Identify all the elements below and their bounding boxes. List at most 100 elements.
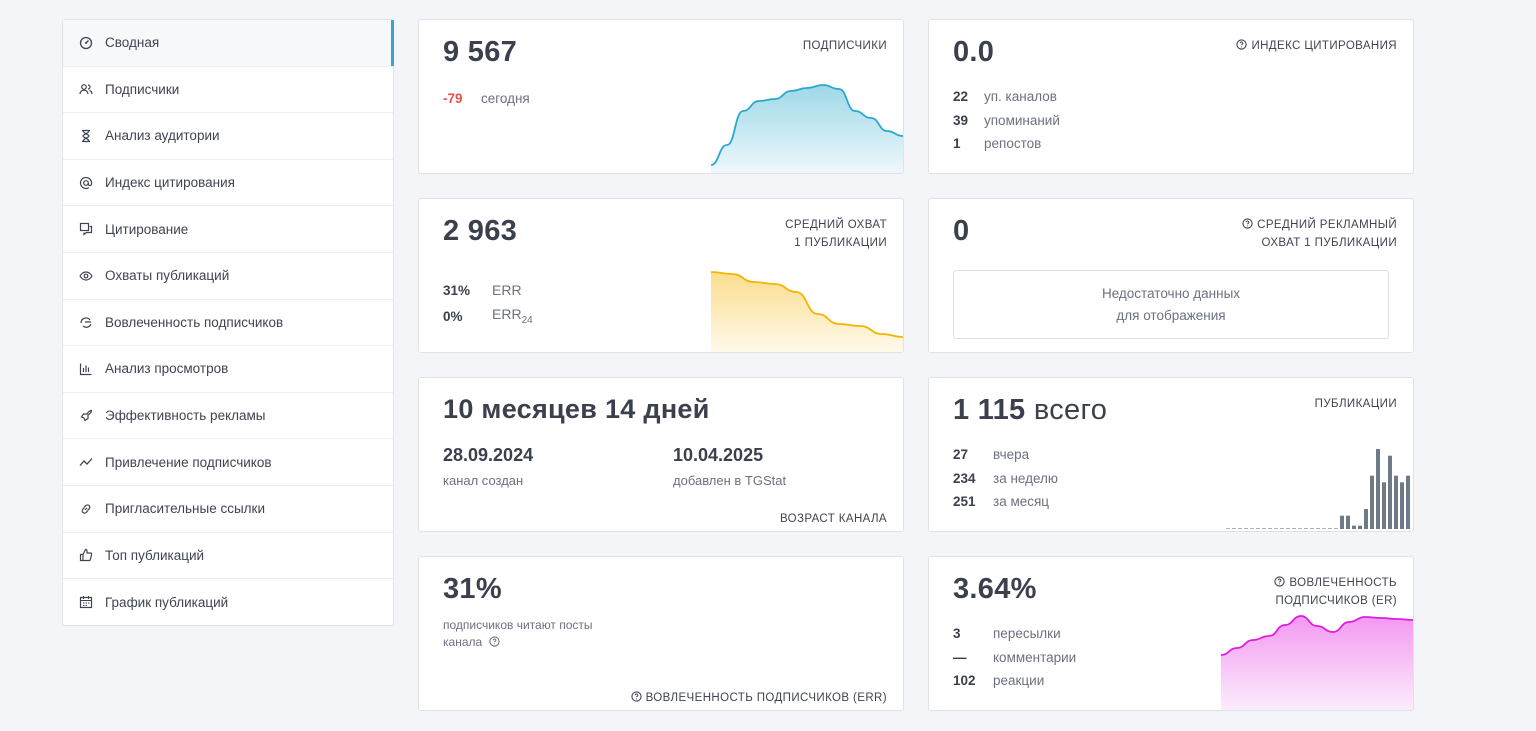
stat-label: комментарии [993,649,1077,665]
at-icon [79,176,93,190]
subscribers-card[interactable]: 9 567 ПОДПИСЧИКИ -79 сегодня [418,19,904,174]
citation-index-card[interactable]: 0.0 ИНДЕКС ЦИТИРОВАНИЯ 22 уп. каналов 39 уп… [928,19,1414,174]
no-data-line1: Недостаточно данных [1101,286,1241,301]
sidebar-item-label: Вовлеченность подписчиков [105,314,284,330]
bar [1352,525,1356,529]
calendar-icon [79,595,93,609]
hourglass-icon [79,129,93,143]
subscribers-sparkline [711,84,903,173]
stat-row: 3 пересылки [953,622,1076,646]
er-sparkline [1221,615,1413,710]
help-icon[interactable] [1274,575,1286,587]
help-icon[interactable] [630,691,642,702]
err24-label-text: ERR [492,306,522,323]
err-title-text: ВОВЛЕЧЕННОСТЬ ПОДПИСЧИКОВ (ERR) [645,692,887,704]
help-icon[interactable] [1236,38,1248,50]
channel-age-value: 10 месяцев 14 дней [443,394,710,424]
sidebar-item[interactable]: Топ публикаций [63,533,393,580]
added-date: 10.04.2025 [673,445,764,465]
sidebar-item-label: Сводная [105,35,160,51]
bar [1382,482,1386,529]
created-label: канал создан [443,473,524,488]
er-title-line2: ПОДПИСЧИКОВ (ER) [1275,595,1397,607]
citation-index-title: ИНДЕКС ЦИТИРОВАНИЯ [1236,37,1397,55]
er-title: ВОВЛЕЧЕННОСТЬ ПОДПИСЧИКОВ (ER) [1274,574,1397,610]
sidebar-item[interactable]: Сводная [63,20,394,67]
channel-age-card[interactable]: 10 месяцев 14 дней 28.09.2024 канал созд… [418,377,904,532]
bar [1322,528,1326,529]
sidebar-item-label: Индекс цитирования [105,175,235,191]
sidebar-item[interactable]: Подписчики [63,67,393,114]
err-title: ВОВЛЕЧЕННОСТЬ ПОДПИСЧИКОВ (ERR) [630,691,887,704]
publications-total: 1 115 всего [953,394,1107,427]
ad-reach-title-line1: СРЕДНИЙ РЕКЛАМНЫЙ [1257,219,1397,231]
stat-row: 39 упоминаний [953,109,1060,133]
bar [1394,475,1398,529]
hand-icon [79,315,93,329]
thumb-up-icon [79,548,93,562]
bar [1238,528,1242,529]
added-block: 10.04.2025 добавлен в TGStat [673,445,786,488]
subscribers-count: 9 567 [443,36,518,68]
sidebar-item-label: Пригласительные ссылки [105,501,266,517]
err-percent: 31% [443,573,502,605]
er-card[interactable]: 3.64% ВОВЛЕЧЕННОСТЬ ПОДПИСЧИКОВ (ER) 3 пе… [928,556,1414,711]
bar [1370,475,1374,529]
subscribers-delta-row: -79 сегодня [443,87,530,111]
stat-value: 1 [953,136,961,152]
stat-label: упоминаний [984,112,1060,128]
sidebar-item[interactable]: Индекс цитирования [63,160,393,207]
err-card[interactable]: 31% подписчиков читают посты канала ВОВЛ… [418,556,904,711]
rocket-icon [79,409,93,423]
bar [1280,528,1284,529]
publications-stats: 27 вчера 234 за неделю 251 за месяц [953,443,1058,514]
bar [1310,528,1314,529]
bar [1334,528,1338,529]
sidebar-item[interactable]: Пригласительные ссылки [63,486,393,533]
stat-row: 251 за месяц [953,490,1058,514]
sidebar-item-label: Привлечение подписчиков [105,454,272,470]
sidebar-item-label: Подписчики [105,81,180,97]
sidebar-item[interactable]: Привлечение подписчиков [63,439,393,486]
sparkline-area [711,272,903,352]
sidebar-item[interactable]: Цитирование [63,206,393,253]
sidebar-item[interactable]: Эффективность рекламы [63,393,393,440]
bar [1262,528,1266,529]
bar [1298,528,1302,529]
ad-reach-card[interactable]: 0 СРЕДНИЙ РЕКЛАМНЫЙ ОХВАТ 1 ПУБЛИКАЦИИ Н… [928,198,1414,353]
reach-sparkline [711,271,903,352]
stat-value: 251 [953,494,976,510]
err24-label: ERR24 [492,306,533,326]
er-stats: 3 пересылки — комментарии 102 реакции [953,622,1076,693]
stat-label: реакции [993,673,1045,689]
created-block: 28.09.2024 канал создан [443,445,533,488]
bar [1304,528,1308,529]
help-icon[interactable] [1242,217,1253,229]
sidebar-item-label: Охваты публикаций [105,268,230,284]
help-icon[interactable] [488,635,500,647]
sidebar-item[interactable]: График публикаций [63,579,393,626]
publications-card[interactable]: 1 115 всего ПУБЛИКАЦИИ 27 вчера 234 за неде… [928,377,1414,532]
stat-label: уп. каналов [984,89,1057,105]
sidebar-item-label: Топ публикаций [105,547,205,563]
sidebar-item-label: Анализ просмотров [105,361,229,377]
reach-stats: 31% ERR 0% ERR24 [443,277,533,329]
bar [1316,528,1320,529]
avg-reach-card[interactable]: 2 963 СРЕДНИЙ ОХВАТ 1 ПУБЛИКАЦИИ 31% ERR… [418,198,904,353]
bar [1268,528,1272,529]
subscribers-delta-label: сегодня [481,91,530,107]
bar [1232,528,1236,529]
sidebar-item[interactable]: Анализ аудитории [63,113,393,160]
stat-row: 22 уп. каналов [953,85,1060,109]
sparkline-area [1221,616,1413,710]
stat-value: 234 [953,470,976,486]
sidebar-item[interactable]: Охваты публикаций [63,253,393,300]
stat-value: 22 [953,89,969,105]
sidebar-item[interactable]: Вовлеченность подписчиков [63,300,393,347]
publications-total-suffix: всего [1033,394,1108,426]
subscribers-delta: -79 [443,91,463,107]
sidebar-item[interactable]: Анализ просмотров [63,346,393,393]
avg-reach-title-line1: СРЕДНИЙ ОХВАТ [785,219,887,231]
citation-index-value: 0.0 [953,36,995,68]
err-value: 31% [443,282,471,298]
